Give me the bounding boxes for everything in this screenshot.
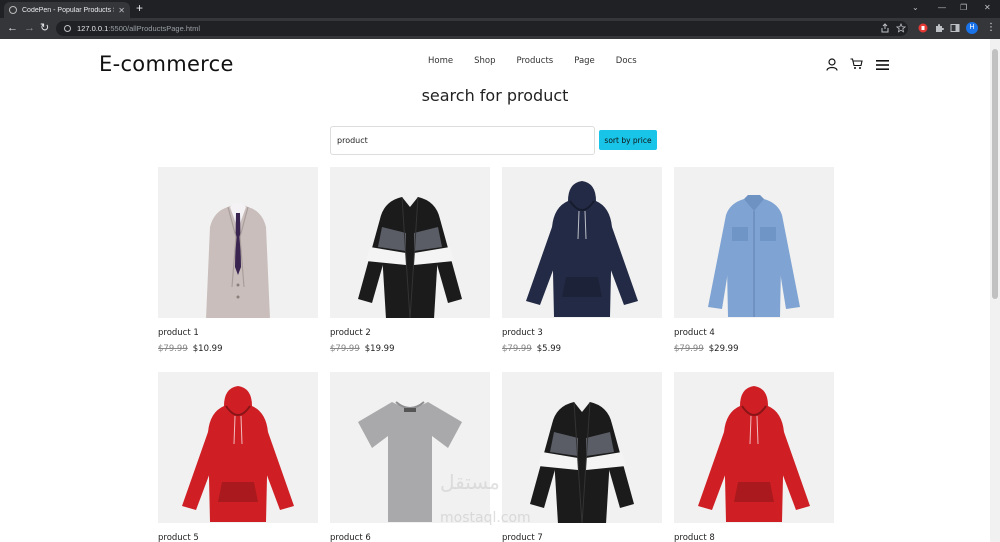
product-card[interactable]: product 1 $79.99 $10.99	[158, 167, 318, 354]
new-tab-icon[interactable]: +	[136, 1, 143, 15]
nav-page[interactable]: Page	[574, 56, 595, 66]
product-image[interactable]	[502, 372, 662, 523]
bookmark-star-icon[interactable]	[896, 23, 906, 33]
product-name[interactable]: product 4	[674, 328, 834, 338]
tshirt-icon	[358, 401, 462, 522]
product-price: $79.99 $10.99	[158, 344, 318, 354]
share-icon[interactable]	[880, 23, 890, 33]
shirt-icon	[708, 195, 800, 317]
scroll-thumb[interactable]	[992, 49, 998, 299]
minimize-icon[interactable]: —	[938, 3, 946, 12]
product-name[interactable]: product 2	[330, 328, 490, 338]
product-image[interactable]	[674, 372, 834, 523]
product-card[interactable]: product 2 $79.99 $19.99	[330, 167, 490, 354]
sale-price: $5.99	[536, 344, 562, 354]
browser-toolbar: ← → ↻ 127.0.0.1:5500/allProductsPage.htm…	[0, 18, 1000, 39]
old-price: $79.99	[330, 344, 360, 354]
extension-red-icon[interactable]	[918, 23, 928, 33]
old-price: $79.99	[502, 344, 532, 354]
nav-home[interactable]: Home	[428, 56, 453, 66]
page-title: search for product	[421, 86, 569, 105]
browser-menu-icon[interactable]: ⋮	[986, 22, 996, 34]
user-icon[interactable]	[826, 58, 838, 71]
info-icon[interactable]	[64, 25, 71, 32]
address-bar[interactable]: 127.0.0.1:5500/allProductsPage.html	[56, 21, 908, 36]
page-scrollbar[interactable]	[990, 39, 1000, 542]
restore-icon[interactable]: ❐	[960, 3, 967, 12]
product-name[interactable]: product 5	[158, 533, 318, 542]
product-name[interactable]: product 1	[158, 328, 318, 338]
product-image[interactable]	[330, 372, 490, 523]
hoodie-icon	[526, 181, 638, 317]
product-price: $79.99 $29.99	[674, 344, 834, 354]
product-image[interactable]	[502, 167, 662, 318]
sale-price: $19.99	[364, 344, 395, 354]
product-image[interactable]	[158, 372, 318, 523]
browser-tab[interactable]: CodePen - Popular Products Sec ✕	[4, 2, 130, 18]
product-card[interactable]: product 8	[674, 372, 834, 542]
product-price: $79.99 $19.99	[330, 344, 490, 354]
cart-icon[interactable]	[850, 58, 863, 70]
product-name[interactable]: product 7	[502, 533, 662, 542]
product-image[interactable]	[674, 167, 834, 318]
main-nav: Home Shop Products Page Docs	[428, 56, 658, 66]
hoodie-icon	[182, 386, 294, 522]
nav-docs[interactable]: Docs	[616, 56, 637, 66]
sale-price: $10.99	[192, 344, 223, 354]
product-card[interactable]: product 4 $79.99 $29.99	[674, 167, 834, 354]
cardigan-icon	[358, 196, 462, 318]
tab-search-icon[interactable]: ⌄	[912, 3, 919, 12]
forward-icon[interactable]: →	[24, 22, 35, 34]
tab-title: CodePen - Popular Products Sec	[22, 6, 114, 14]
product-name[interactable]: product 6	[330, 533, 490, 542]
search-input[interactable]	[330, 126, 595, 155]
reload-icon[interactable]: ↻	[40, 22, 49, 34]
hoodie-icon	[698, 386, 810, 522]
watermark-logo: مستقل	[440, 470, 500, 494]
nav-shop[interactable]: Shop	[474, 56, 495, 66]
profile-avatar[interactable]: H	[966, 22, 978, 34]
product-image[interactable]	[158, 167, 318, 318]
old-price: $79.99	[674, 344, 704, 354]
side-panel-icon[interactable]	[950, 23, 960, 33]
sale-price: $29.99	[708, 344, 739, 354]
product-card[interactable]: product 5	[158, 372, 318, 542]
tab-close-icon[interactable]: ✕	[118, 6, 125, 15]
product-name[interactable]: product 3	[502, 328, 662, 338]
back-icon[interactable]: ←	[7, 22, 18, 34]
browser-tab-bar: CodePen - Popular Products Sec ✕ + ⌄ — ❐…	[0, 0, 1000, 18]
hamburger-menu-icon[interactable]	[876, 60, 889, 70]
product-price: $79.99 $5.99	[502, 344, 662, 354]
window-close-icon[interactable]: ✕	[984, 3, 991, 12]
codepen-icon	[9, 6, 17, 14]
nav-products[interactable]: Products	[517, 56, 554, 66]
product-name[interactable]: product 8	[674, 533, 834, 542]
watermark-text: mostaql.com	[440, 510, 531, 526]
product-card[interactable]: product 3 $79.99 $5.99	[502, 167, 662, 354]
old-price: $79.99	[158, 344, 188, 354]
url-text: 127.0.0.1:5500/allProductsPage.html	[77, 24, 201, 33]
site-logo[interactable]: E-commerce	[99, 52, 234, 76]
product-image[interactable]	[330, 167, 490, 318]
cardigan-icon	[530, 401, 634, 523]
extensions-puzzle-icon[interactable]	[934, 23, 944, 33]
sort-by-price-button[interactable]: sort by price	[599, 130, 657, 150]
suit-icon	[206, 203, 270, 318]
